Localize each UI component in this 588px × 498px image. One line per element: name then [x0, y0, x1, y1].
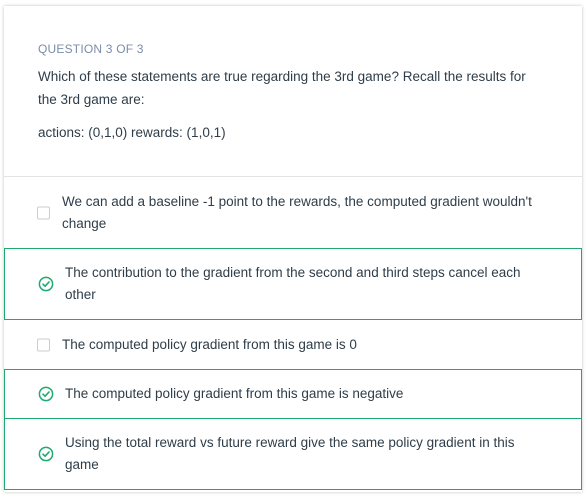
answer-option-2-text: The contribution to the gradient from th…: [65, 265, 521, 302]
answer-option-5[interactable]: Using the total reward vs future reward …: [4, 418, 582, 490]
answer-option-2[interactable]: The contribution to the gradient from th…: [4, 248, 582, 320]
question-text: Which of these statements are true regar…: [38, 69, 526, 107]
check-circle-icon[interactable]: [38, 276, 54, 292]
answer-option-3-text: The computed policy gradient from this g…: [62, 337, 357, 352]
answer-option-5-text: Using the total reward vs future reward …: [65, 435, 515, 472]
option-1-checkbox[interactable]: [37, 206, 50, 220]
answer-option-4[interactable]: The computed policy gradient from this g…: [4, 369, 582, 419]
answer-option-1[interactable]: We can add a baseline -1 point to the re…: [4, 178, 582, 248]
question-results: actions: (0,1,0) rewards: (1,0,1): [38, 125, 226, 140]
answer-option-4-text: The computed policy gradient from this g…: [65, 386, 404, 401]
answer-option-1-text: We can add a baseline -1 point to the re…: [62, 194, 532, 231]
check-circle-icon[interactable]: [38, 446, 54, 462]
option-3-checkbox[interactable]: [37, 338, 50, 352]
question-counter: QUESTION 3 OF 3: [38, 42, 144, 56]
check-circle-icon[interactable]: [38, 386, 54, 402]
answer-option-3[interactable]: The computed policy gradient from this g…: [4, 320, 582, 370]
question-header: QUESTION 3 OF 3 Which of these statement…: [4, 6, 582, 177]
quiz-card: QUESTION 3 OF 3 Which of these statement…: [4, 6, 582, 492]
